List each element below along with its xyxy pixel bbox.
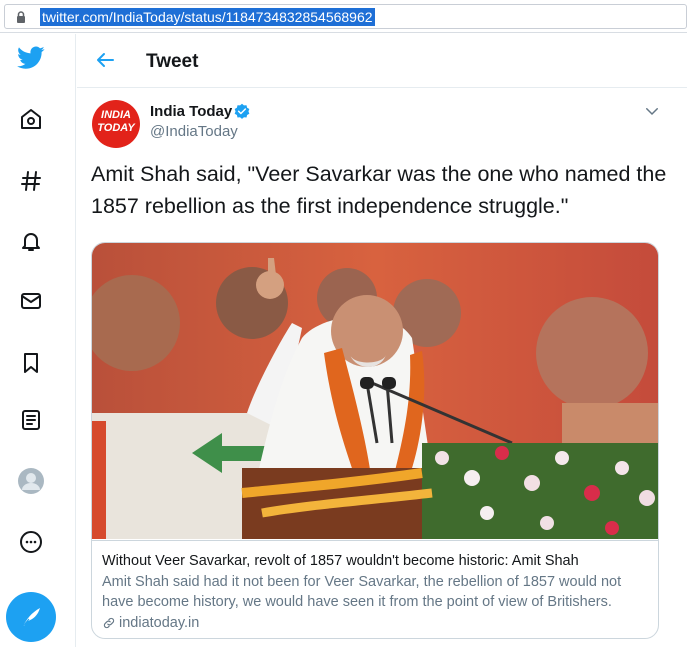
verified-badge-icon — [234, 103, 250, 119]
card-domain[interactable]: indiatoday.in — [119, 613, 199, 633]
explore-hashtag-icon[interactable] — [17, 167, 45, 195]
lists-icon[interactable] — [17, 406, 45, 434]
author-handle[interactable]: @IndiaToday — [150, 123, 238, 140]
twitter-logo-icon[interactable] — [17, 44, 45, 72]
more-icon[interactable] — [17, 528, 45, 556]
author-avatar[interactable]: INDIA TODAY — [92, 100, 140, 148]
left-navigation — [0, 34, 76, 647]
home-icon[interactable] — [17, 105, 45, 133]
compose-tweet-button[interactable] — [6, 592, 56, 642]
profile-avatar-icon[interactable] — [17, 467, 45, 495]
back-arrow-icon[interactable] — [93, 48, 117, 72]
link-card[interactable]: Without Veer Savarkar, revolt of 1857 wo… — [91, 242, 659, 639]
compose-tweet-icon — [22, 608, 40, 627]
lock-icon — [17, 11, 25, 23]
link-icon — [103, 617, 115, 629]
bookmarks-icon[interactable] — [17, 349, 45, 377]
browser-address-bar: twitter.com/IndiaToday/status/1184734832… — [0, 0, 687, 33]
chevron-down-icon[interactable] — [643, 102, 661, 120]
url-field[interactable]: twitter.com/IndiaToday/status/1184734832… — [4, 4, 687, 29]
notifications-bell-icon[interactable] — [17, 227, 45, 255]
card-description: Amit Shah said had it not been for Veer … — [102, 574, 622, 610]
card-domain-row[interactable]: indiatoday.in — [102, 613, 650, 633]
page-header: Tweet — [77, 34, 687, 88]
tweet-text: Amit Shah said, "Veer Savarkar was the o… — [91, 162, 667, 218]
page-title: Tweet — [146, 51, 199, 72]
main-column: Tweet INDIA TODAY India Today @IndiaToday… — [77, 34, 687, 647]
card-title[interactable]: Without Veer Savarkar, revolt of 1857 wo… — [102, 551, 650, 571]
messages-envelope-icon[interactable] — [17, 287, 45, 315]
card-image[interactable] — [92, 243, 659, 539]
avatar-logo-text: INDIA TODAY — [97, 109, 135, 134]
card-body[interactable]: Without Veer Savarkar, revolt of 1857 wo… — [92, 540, 658, 638]
url-text[interactable]: twitter.com/IndiaToday/status/1184734832… — [40, 8, 375, 26]
author-name[interactable]: India Today — [150, 103, 232, 120]
